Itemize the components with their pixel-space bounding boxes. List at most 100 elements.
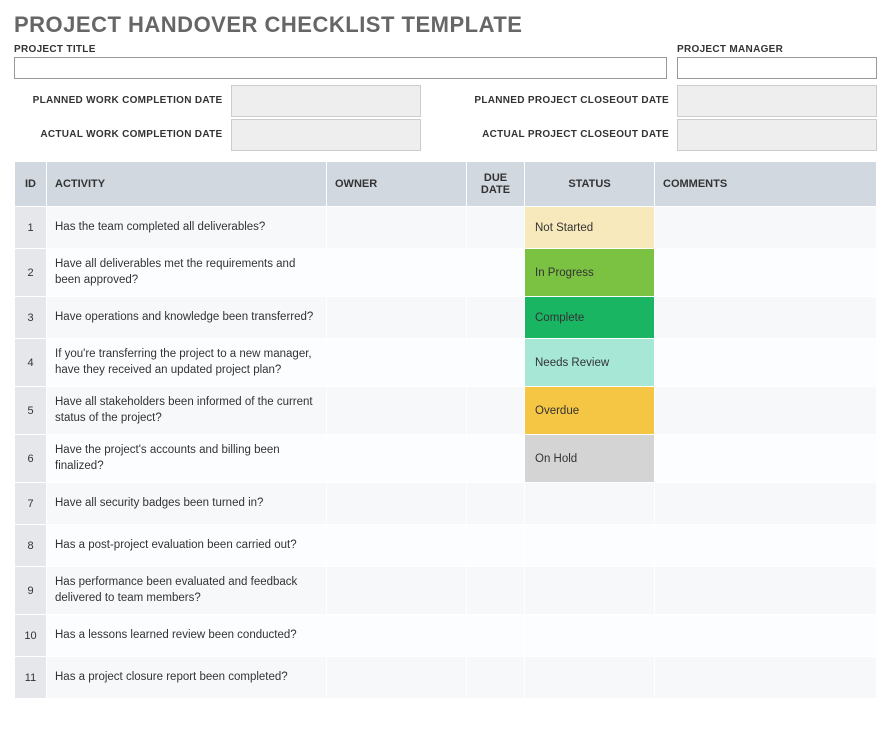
planned-work-label: PLANNED WORK COMPLETION DATE [14,95,231,107]
table-row: 5Have all stakeholders been informed of … [15,387,877,435]
row-due[interactable] [467,525,525,567]
row-id: 8 [15,525,47,567]
table-row: 9Has performance been evaluated and feed… [15,567,877,615]
row-activity: Has a lessons learned review been conduc… [47,615,327,657]
row-status[interactable]: Needs Review [525,339,655,387]
table-row: 7Have all security badges been turned in… [15,483,877,525]
row-comments[interactable] [655,567,877,615]
row-due[interactable] [467,567,525,615]
header-status: STATUS [525,162,655,207]
table-row: 1Has the team completed all deliverables… [15,207,877,249]
row-status[interactable] [525,657,655,699]
project-manager-input[interactable] [677,57,877,79]
row-id: 2 [15,249,47,297]
row-status[interactable]: On Hold [525,435,655,483]
row-owner[interactable] [327,339,467,387]
table-header-row: ID ACTIVITY OWNER DUE DATE STATUS COMMEN… [15,162,877,207]
row-comments[interactable] [655,615,877,657]
row-id: 9 [15,567,47,615]
row-due[interactable] [467,615,525,657]
row-comments[interactable] [655,657,877,699]
table-row: 8Has a post-project evaluation been carr… [15,525,877,567]
row-comments[interactable] [655,525,877,567]
header-owner: OWNER [327,162,467,207]
table-row: 4If you're transferring the project to a… [15,339,877,387]
row-owner[interactable] [327,483,467,525]
project-title-input[interactable] [14,57,667,79]
row-due[interactable] [467,435,525,483]
actual-closeout-input[interactable] [677,119,877,151]
row-status[interactable]: Complete [525,297,655,339]
row-id: 11 [15,657,47,699]
row-comments[interactable] [655,483,877,525]
row-due[interactable] [467,207,525,249]
table-row: 6Have the project's accounts and billing… [15,435,877,483]
row-status[interactable] [525,525,655,567]
row-owner[interactable] [327,435,467,483]
table-row: 3Have operations and knowledge been tran… [15,297,877,339]
row-comments[interactable] [655,249,877,297]
header-activity: ACTIVITY [47,162,327,207]
row-status[interactable]: In Progress [525,249,655,297]
project-manager-label: PROJECT MANAGER [677,44,877,55]
row-id: 7 [15,483,47,525]
row-status[interactable]: Not Started [525,207,655,249]
row-owner[interactable] [327,249,467,297]
row-id: 1 [15,207,47,249]
row-comments[interactable] [655,207,877,249]
row-owner[interactable] [327,387,467,435]
planned-closeout-label: PLANNED PROJECT CLOSEOUT DATE [461,95,678,107]
header-comments: COMMENTS [655,162,877,207]
table-row: 2Have all deliverables met the requireme… [15,249,877,297]
row-id: 3 [15,297,47,339]
row-activity: Has performance been evaluated and feedb… [47,567,327,615]
row-id: 10 [15,615,47,657]
row-activity: Have all security badges been turned in? [47,483,327,525]
row-activity: Have all stakeholders been informed of t… [47,387,327,435]
header-due: DUE DATE [467,162,525,207]
row-owner[interactable] [327,525,467,567]
row-due[interactable] [467,657,525,699]
row-comments[interactable] [655,339,877,387]
row-id: 5 [15,387,47,435]
planned-closeout-input[interactable] [677,85,877,117]
header-id: ID [15,162,47,207]
row-status[interactable]: Overdue [525,387,655,435]
planned-work-input[interactable] [231,85,421,117]
row-activity: Have operations and knowledge been trans… [47,297,327,339]
row-activity: Have the project's accounts and billing … [47,435,327,483]
row-activity: Has the team completed all deliverables? [47,207,327,249]
row-owner[interactable] [327,567,467,615]
checklist-table: ID ACTIVITY OWNER DUE DATE STATUS COMMEN… [14,161,877,699]
row-due[interactable] [467,483,525,525]
top-fields: PROJECT TITLE PROJECT MANAGER [14,44,877,79]
date-grid: PLANNED WORK COMPLETION DATE PLANNED PRO… [14,85,877,151]
row-comments[interactable] [655,297,877,339]
row-owner[interactable] [327,657,467,699]
row-owner[interactable] [327,615,467,657]
row-comments[interactable] [655,387,877,435]
actual-closeout-label: ACTUAL PROJECT CLOSEOUT DATE [461,129,678,141]
actual-work-input[interactable] [231,119,421,151]
table-row: 10Has a lessons learned review been cond… [15,615,877,657]
row-activity: Have all deliverables met the requiremen… [47,249,327,297]
row-due[interactable] [467,297,525,339]
row-id: 6 [15,435,47,483]
row-status[interactable] [525,615,655,657]
row-comments[interactable] [655,435,877,483]
row-owner[interactable] [327,207,467,249]
row-status[interactable] [525,483,655,525]
row-due[interactable] [467,249,525,297]
row-id: 4 [15,339,47,387]
row-activity: If you're transferring the project to a … [47,339,327,387]
row-activity: Has a project closure report been comple… [47,657,327,699]
project-title-label: PROJECT TITLE [14,44,667,55]
row-owner[interactable] [327,297,467,339]
actual-work-label: ACTUAL WORK COMPLETION DATE [14,129,231,141]
row-activity: Has a post-project evaluation been carri… [47,525,327,567]
row-status[interactable] [525,567,655,615]
row-due[interactable] [467,339,525,387]
row-due[interactable] [467,387,525,435]
page-title: PROJECT HANDOVER CHECKLIST TEMPLATE [14,12,877,38]
table-row: 11Has a project closure report been comp… [15,657,877,699]
